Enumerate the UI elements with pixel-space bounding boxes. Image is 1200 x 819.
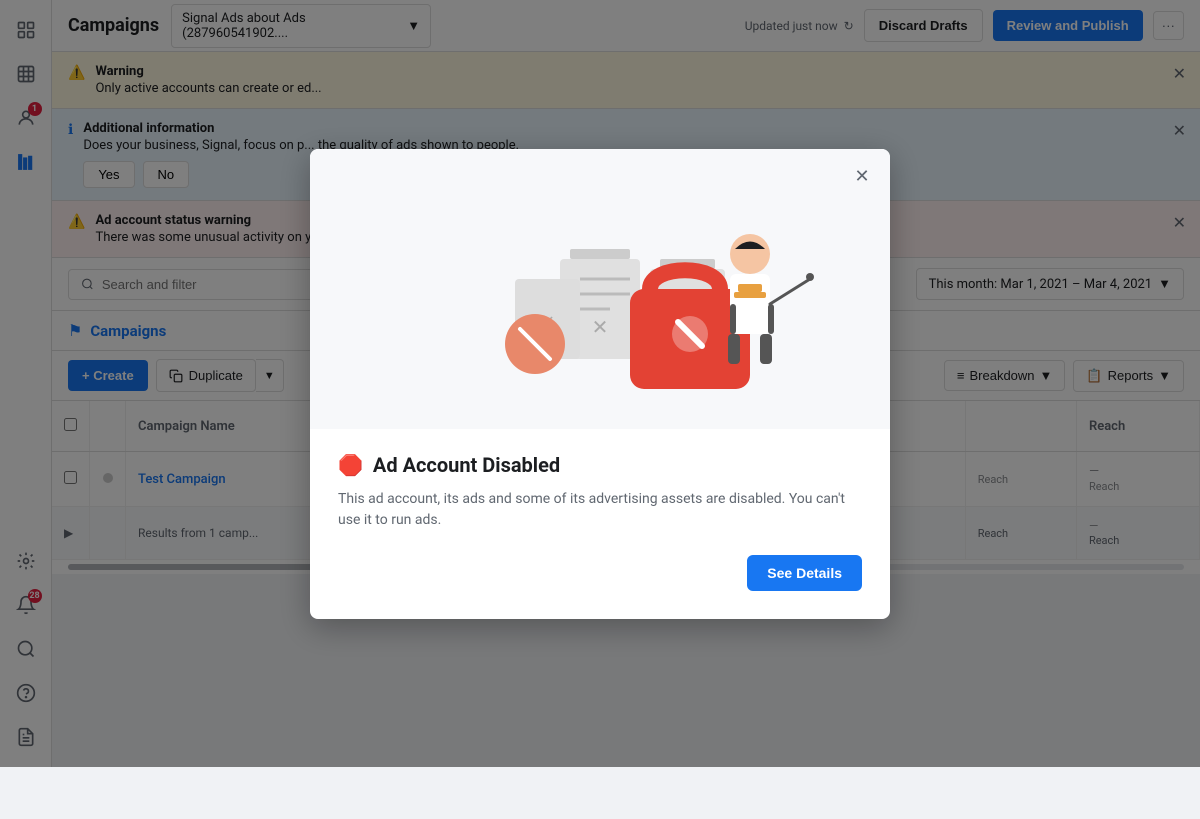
modal-title: 🛑 Ad Account Disabled — [338, 453, 862, 477]
modal-description: This ad account, its ads and some of its… — [338, 489, 862, 531]
modal-overlay[interactable]: ✕ ✕ ✕ ✕ — [0, 0, 1200, 767]
modal-footer: See Details — [338, 555, 862, 591]
svg-text:✕: ✕ — [592, 315, 609, 339]
see-details-button[interactable]: See Details — [747, 555, 862, 591]
modal-body: 🛑 Ad Account Disabled This ad account, i… — [310, 429, 890, 619]
disabled-icon: 🛑 — [338, 453, 363, 477]
modal-illustration: ✕ ✕ ✕ — [310, 149, 890, 429]
modal-close-button[interactable]: ✕ — [848, 163, 876, 191]
disabled-illustration: ✕ ✕ ✕ — [360, 159, 840, 419]
ad-disabled-modal: ✕ ✕ ✕ ✕ — [310, 149, 890, 619]
